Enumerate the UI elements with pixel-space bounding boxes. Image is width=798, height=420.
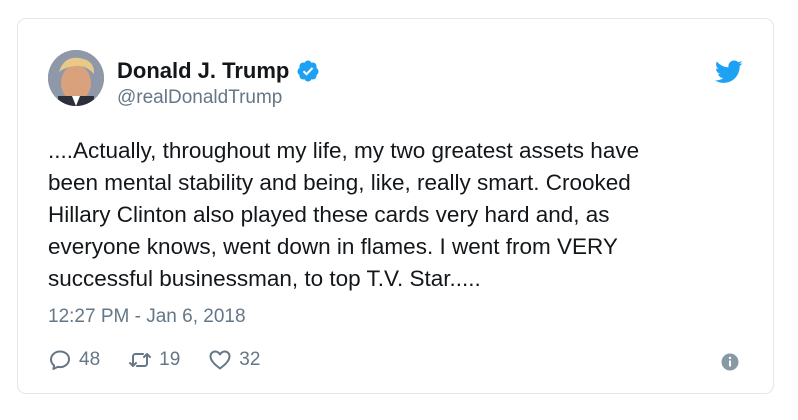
retweet-icon (129, 353, 152, 367)
reply-icon (50, 350, 70, 370)
author-name[interactable]: Donald J. Trump (117, 58, 289, 84)
tweet-text-line: Hillary Clinton also played these cards … (48, 202, 610, 227)
retweet-count: 19 (159, 349, 181, 370)
retweet-button[interactable]: 19 (128, 348, 180, 372)
tweet-text-line: successful businessman, to top T.V. Star… (48, 266, 481, 291)
avatar[interactable] (48, 50, 104, 106)
like-button[interactable]: 32 (208, 348, 260, 372)
tweet-text-line: everyone knows, went down in flames. I w… (48, 234, 618, 259)
avatar-image (48, 50, 104, 106)
reply-button[interactable]: 48 (48, 348, 100, 372)
verified-badge-icon (297, 60, 319, 82)
tweet-text-line: been mental stability and being, like, r… (48, 170, 631, 195)
tweet-text-line: ....Actually, throughout my life, my two… (48, 138, 640, 163)
tweet-actions: 48 19 32 (48, 347, 288, 373)
heart-icon (209, 350, 231, 370)
tweet-text: ....Actually, throughout my life, my two… (48, 135, 748, 295)
like-count: 32 (239, 349, 261, 370)
author-handle[interactable]: @realDonaldTrump (117, 87, 282, 109)
reply-count: 48 (79, 349, 101, 370)
info-icon[interactable] (721, 353, 739, 371)
tweet-card: Donald J. Trump @realDonaldTrump ....Act… (17, 18, 774, 394)
tweet-timestamp[interactable]: 12:27 PM - Jan 6, 2018 (48, 306, 246, 328)
author-name-row: Donald J. Trump (117, 57, 320, 85)
twitter-bird-icon[interactable] (715, 60, 743, 84)
